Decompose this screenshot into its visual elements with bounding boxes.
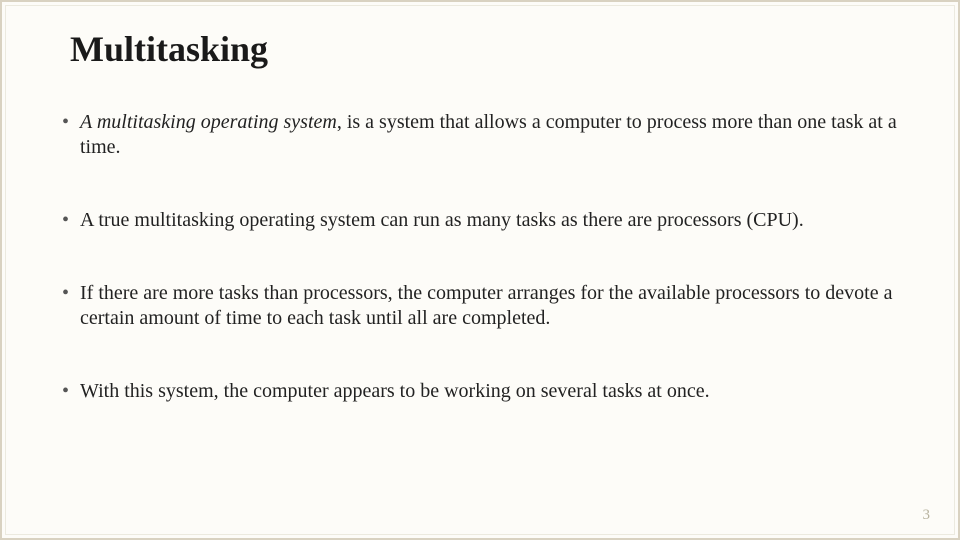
bullet-text: With this system, the computer appears t… [80,380,710,402]
bullet-lead-phrase: A multitasking operating system [80,111,337,133]
bullet-item: A multitasking operating system, is a sy… [58,110,906,160]
bullet-text: If there are more tasks than processors,… [80,282,892,329]
page-number: 3 [923,507,931,524]
bullet-text: A true multitasking operating system can… [80,209,804,231]
slide-content: Multitasking A multitasking operating sy… [5,5,955,535]
bullet-item: If there are more tasks than processors,… [58,281,906,331]
bullet-item: With this system, the computer appears t… [58,379,906,404]
bullet-list: A multitasking operating system, is a sy… [54,110,906,404]
slide-title: Multitasking [70,28,906,70]
bullet-item: A true multitasking operating system can… [58,208,906,233]
slide-frame: Multitasking A multitasking operating sy… [0,0,960,540]
